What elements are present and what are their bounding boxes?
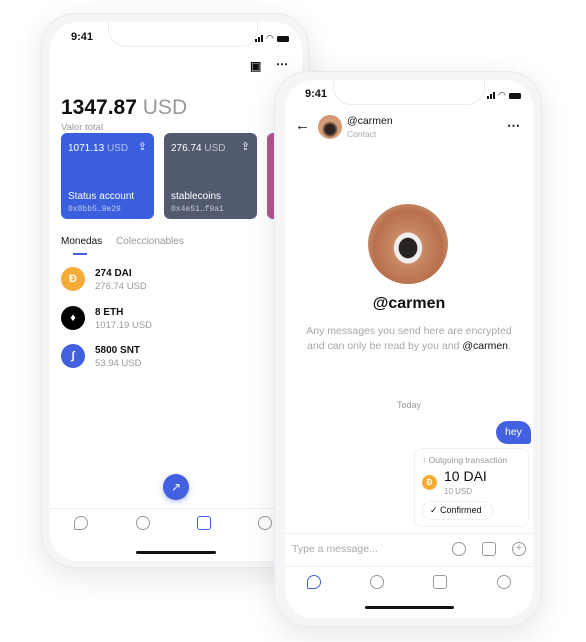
status-time: 9:41 (71, 31, 94, 43)
browser-icon[interactable] (370, 575, 384, 589)
more-icon[interactable]: ⋯ (276, 57, 288, 71)
account-card[interactable]: 1071.13 USD ⇪ Status account 0x8bb5…9e29 (61, 133, 154, 219)
snt-icon: ∫ (61, 344, 85, 368)
asset-amount: 5800 SNT (95, 345, 141, 356)
status-time: 9:41 (305, 88, 328, 100)
notch (333, 80, 485, 105)
more-icon[interactable]: ⋯ (507, 118, 520, 134)
divider (285, 566, 533, 567)
asset-value: 276.74 USD (95, 281, 147, 292)
dai-icon: Đ (61, 267, 85, 291)
total-balance: 1347.87 USD (61, 96, 188, 119)
home-indicator (136, 551, 216, 554)
share-icon[interactable]: ⇪ (241, 140, 250, 153)
wallet-screen: 9:41 ◠ ▣ ⋯ 1347.87 USD Valor total 1071.… (50, 22, 302, 561)
browser-icon[interactable] (136, 516, 150, 530)
wallet-icon[interactable] (197, 516, 211, 530)
asset-amount: 8 ETH (95, 307, 124, 318)
chat-phone: 9:41 ◠ ← @carmen Contact ⋯ @carmen Any m… (274, 71, 542, 627)
contact-subtitle: Contact (347, 129, 377, 139)
wallet-phone: 9:41 ◠ ▣ ⋯ 1347.87 USD Valor total 1071.… (41, 13, 309, 568)
back-arrow-icon[interactable]: ← (295, 117, 310, 134)
eth-icon: ♦ (61, 306, 85, 330)
share-icon[interactable]: ⇪ (138, 140, 147, 153)
intro-text: Any messages you send here are encrypted… (306, 325, 512, 352)
profile-avatar (368, 204, 448, 284)
transaction-amount: 10 DAI (444, 468, 487, 484)
home-indicator (365, 606, 454, 609)
asset-amount: 274 DAI (95, 268, 132, 279)
confirmed-badge: ✓ Confirmed (422, 501, 493, 520)
status-icons: ◠ (255, 33, 289, 44)
card-name: stablecoins (171, 191, 222, 202)
profile-icon[interactable] (258, 516, 272, 530)
active-tab-indicator (73, 253, 87, 255)
status-icons: ◠ (487, 90, 521, 101)
chat-icon[interactable] (74, 516, 88, 530)
transaction-card[interactable]: ↑ Outgoing transaction Đ 10 DAI 10 USD ✓… (414, 448, 529, 527)
qr-code-icon[interactable]: ▣ (250, 59, 261, 73)
asset-value: 1017.19 USD (95, 320, 153, 331)
contact-name[interactable]: @carmen (347, 115, 393, 127)
contact-avatar[interactable] (318, 115, 342, 139)
card-name: Status account (68, 191, 135, 202)
profile-icon[interactable] (497, 575, 511, 589)
message-input[interactable]: Type a message... (292, 536, 442, 562)
chat-icon[interactable] (307, 575, 321, 589)
asset-value: 53.94 USD (95, 358, 142, 369)
transaction-label: ↑ Outgoing transaction (422, 455, 508, 465)
transaction-value: 10 USD (444, 487, 473, 496)
message-bubble: hey (496, 421, 531, 444)
dai-icon: Đ (422, 475, 437, 490)
wallet-icon[interactable] (433, 575, 447, 589)
card-address: 0x8bb5…9e29 (68, 205, 121, 214)
balance-label: Valor total (61, 122, 104, 133)
send-button[interactable]: ↗ (163, 474, 189, 500)
date-divider: Today (396, 400, 422, 410)
notch (108, 22, 258, 47)
sticker-icon[interactable] (452, 542, 466, 556)
card-address: 0x4e51…f9a1 (171, 205, 224, 214)
divider (285, 533, 533, 534)
tab-coleccionables[interactable]: Coleccionables (116, 236, 184, 247)
image-icon[interactable] (482, 542, 496, 556)
add-icon[interactable]: + (512, 542, 526, 556)
chat-screen: 9:41 ◠ ← @carmen Contact ⋯ @carmen Any m… (285, 80, 533, 618)
profile-name: @carmen (372, 295, 446, 312)
tab-monedas[interactable]: Monedas (61, 236, 102, 247)
account-card[interactable]: 276.74 USD ⇪ stablecoins 0x4e51…f9a1 (164, 133, 257, 219)
divider (50, 508, 302, 509)
